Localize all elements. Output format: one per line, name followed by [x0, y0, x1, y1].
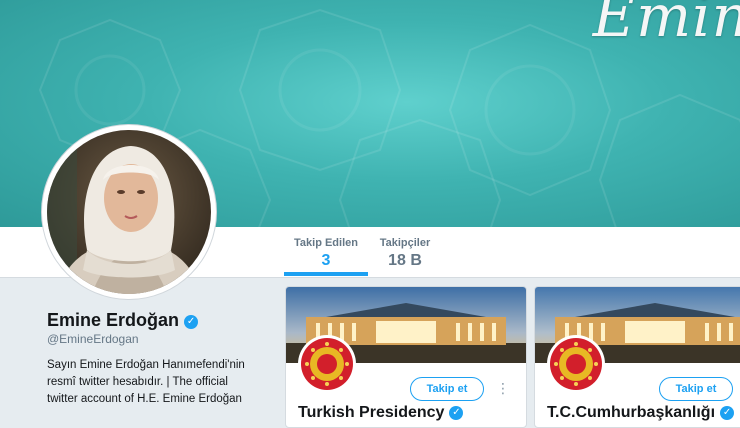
profile-name: Emine Erdoğan ✓	[47, 310, 199, 331]
followers-stat[interactable]: Takipçiler 18 B	[375, 237, 435, 270]
profile-name-text: Emine Erdoğan	[47, 310, 180, 330]
suggested-account-card[interactable]: Takip et T.C.Cumhurbaşkanlığı ✓	[534, 286, 740, 428]
followers-label: Takipçiler	[379, 237, 431, 249]
following-label: Takip Edilen	[294, 237, 358, 249]
following-count: 3	[321, 252, 331, 269]
follow-button[interactable]: Takip et	[659, 377, 733, 401]
profile-handle[interactable]: @EmineErdogan	[47, 332, 139, 346]
follow-button[interactable]: Takip et	[410, 377, 484, 401]
card-account-name-text: Turkish Presidency	[298, 404, 445, 421]
followers-count: 18 B	[388, 252, 422, 269]
card-account-name[interactable]: Turkish Presidency ✓	[298, 404, 464, 422]
profile-bio: Sayın Emine Erdoğan Hanımefendi'nin resm…	[47, 357, 259, 408]
card-avatar[interactable]	[298, 335, 356, 393]
bio-line: twitter account of H.E. Emine Erdoğan	[47, 393, 242, 405]
avatar-image	[47, 130, 211, 294]
more-options-icon[interactable]: ⋮	[496, 378, 510, 398]
suggested-account-card[interactable]: Takip et ⋮ Turkish Presidency ✓	[285, 286, 527, 428]
banner-script-text: Emin	[592, 0, 740, 50]
card-avatar[interactable]	[547, 335, 605, 393]
card-account-name[interactable]: T.C.Cumhurbaşkanlığı ✓	[547, 404, 735, 422]
bio-line: Sayın Emine Erdoğan Hanımefendi'nin	[47, 359, 245, 371]
verified-badge-icon: ✓	[720, 406, 735, 420]
verified-badge-icon: ✓	[449, 406, 464, 420]
verified-badge-icon: ✓	[184, 315, 199, 329]
active-tab-indicator	[284, 272, 368, 276]
following-stat[interactable]: Takip Edilen 3	[286, 237, 366, 270]
card-account-name-text: T.C.Cumhurbaşkanlığı	[547, 404, 716, 421]
avatar[interactable]	[42, 125, 216, 299]
bio-line: resmî twitter hesabıdır. | The official	[47, 376, 228, 388]
